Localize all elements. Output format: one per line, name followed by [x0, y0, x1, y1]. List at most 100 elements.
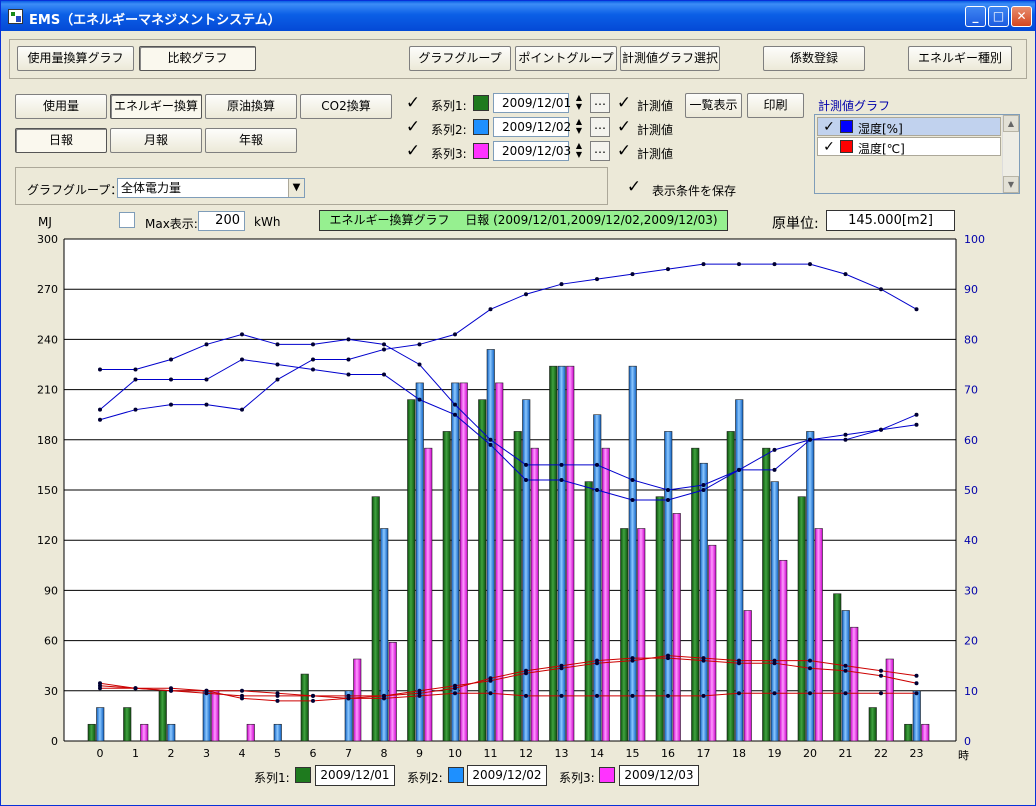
y-tick-label: 270 — [37, 283, 58, 296]
mode-co2-button[interactable]: CO2換算 — [300, 94, 392, 119]
series3-color-swatch[interactable] — [473, 143, 489, 159]
series1-spin-arrows-icon[interactable]: ▲ ▼ — [571, 93, 587, 113]
period-daily-button[interactable]: 日報 — [15, 128, 107, 153]
measure-point — [914, 412, 919, 417]
measure-list-scrollbar[interactable]: ▲ ▼ — [1002, 115, 1019, 193]
y2-tick-label: 40 — [964, 534, 978, 547]
legend-series3-swatch — [599, 767, 615, 783]
save-conditions-checkbox[interactable]: ✓ — [625, 178, 643, 196]
bar — [850, 626, 859, 742]
bar — [495, 382, 504, 742]
series2-measure-checkbox[interactable]: ✓ — [615, 118, 633, 136]
bar — [762, 447, 771, 742]
series3-checkbox[interactable]: ✓ — [404, 142, 422, 160]
series1-date-field[interactable]: 2009/12/01 — [493, 93, 571, 113]
scroll-down-icon[interactable]: ▼ — [1003, 176, 1019, 193]
measure-point — [701, 488, 706, 492]
legend-series1-date: 2009/12/01 — [315, 765, 395, 786]
chevron-down-icon[interactable]: ▼ — [288, 179, 304, 197]
series1-measure-checkbox[interactable]: ✓ — [615, 94, 633, 112]
x-tick-label: 7 — [345, 747, 352, 760]
y-tick-label: 240 — [37, 333, 58, 346]
series2-browse-button[interactable]: … — [590, 117, 610, 137]
humidity-checkbox[interactable]: ✓ — [820, 118, 838, 136]
measure-point — [240, 696, 244, 701]
mode-energy-button[interactable]: エネルギー換算 — [110, 94, 202, 119]
measure-graph-list[interactable]: ✓ 湿度[%] ✓ 温度[℃] ▲ ▼ — [814, 114, 1020, 194]
minimize-button[interactable]: _ — [965, 6, 986, 27]
measure-point — [666, 653, 670, 658]
measure-point — [666, 498, 670, 503]
y2-tick-label: 0 — [964, 735, 971, 748]
tab-compare-graph[interactable]: 比較グラフ — [139, 46, 256, 71]
series2-spin-arrows-icon[interactable]: ▲ ▼ — [571, 117, 587, 137]
coefficient-register-button[interactable]: 係数登録 — [763, 46, 865, 71]
save-conditions-label: 表示条件を保存 — [652, 184, 737, 198]
period-yearly-button[interactable]: 年報 — [205, 128, 297, 153]
x-tick-label: 3 — [203, 747, 210, 760]
series3-spin-arrows-icon[interactable]: ▲ ▼ — [571, 141, 587, 161]
measure-point — [701, 656, 706, 661]
point-group-button[interactable]: ポイントグループ — [515, 46, 617, 71]
measure-point — [311, 693, 315, 698]
measure-point — [98, 417, 102, 422]
measure-item-humidity[interactable]: ✓ 湿度[%] — [817, 117, 1001, 136]
graph-group-select[interactable]: 全体電力量 ▼ — [117, 178, 305, 198]
measure-graph-select-button[interactable]: 計測値グラフ選択 — [620, 46, 720, 71]
measure-point — [382, 347, 386, 352]
series3-label: 系列3: — [431, 147, 467, 161]
series1-browse-button[interactable]: … — [590, 93, 610, 113]
y-tick-label: 210 — [37, 384, 58, 397]
x-tick-label: 21 — [839, 747, 853, 760]
series2-date-field[interactable]: 2009/12/02 — [493, 117, 571, 137]
bar — [549, 365, 558, 742]
title-bar[interactable]: EMS（エネルギーマネジメントシステム） _ □ ✕ — [1, 1, 1035, 31]
y2-tick-label: 20 — [964, 635, 978, 648]
measure-point — [737, 262, 741, 267]
bar — [584, 481, 593, 742]
scroll-up-icon[interactable]: ▲ — [1003, 115, 1019, 132]
measure-point — [914, 422, 919, 427]
measure-item-temperature[interactable]: ✓ 温度[℃] — [817, 137, 1001, 156]
series3-browse-button[interactable]: … — [590, 141, 610, 161]
series1-color-swatch[interactable] — [473, 95, 489, 111]
x-tick-label: 23 — [910, 747, 924, 760]
mode-usage-button[interactable]: 使用量 — [15, 94, 107, 119]
measure-point — [417, 397, 422, 402]
close-button[interactable]: ✕ — [1011, 6, 1032, 27]
print-button[interactable]: 印刷 — [747, 93, 804, 118]
maximize-button[interactable]: □ — [988, 6, 1009, 27]
humidity-color-swatch — [840, 120, 853, 133]
measure-point — [914, 673, 919, 678]
graph-group-button[interactable]: グラフグループ — [409, 46, 511, 71]
measure-point — [772, 447, 777, 452]
measure-point — [701, 693, 706, 698]
temperature-checkbox[interactable]: ✓ — [820, 138, 838, 156]
measure-point — [133, 367, 138, 372]
mode-crude-oil-button[interactable]: 原油換算 — [205, 94, 297, 119]
series3-measure-checkbox[interactable]: ✓ — [615, 142, 633, 160]
x-tick-label: 20 — [803, 747, 817, 760]
measure-point — [559, 693, 564, 698]
series2-label: 系列2: — [431, 123, 467, 137]
measure-point — [275, 377, 280, 382]
measure-point — [417, 693, 422, 698]
x-tick-label: 0 — [97, 747, 104, 760]
app-window: EMS（エネルギーマネジメントシステム） _ □ ✕ 使用量換算グラフ 比較グラ… — [0, 0, 1036, 806]
bar — [158, 690, 167, 742]
measure-point — [453, 332, 457, 337]
list-view-button[interactable]: 一覧表示 — [685, 93, 742, 118]
comparison-chart: 0306090120150180210240270300010203040506… — [37, 233, 985, 762]
tab-usage-graph[interactable]: 使用量換算グラフ — [17, 46, 134, 71]
y2-tick-label: 50 — [964, 484, 978, 497]
measure-point — [843, 668, 848, 673]
energy-type-button[interactable]: エネルギー種別 — [908, 46, 1012, 71]
series2-checkbox[interactable]: ✓ — [404, 118, 422, 136]
series1-checkbox[interactable]: ✓ — [404, 94, 422, 112]
measure-point — [204, 377, 209, 382]
period-monthly-button[interactable]: 月報 — [110, 128, 202, 153]
series3-date-field[interactable]: 2009/12/03 — [493, 141, 571, 161]
measure-point — [311, 367, 315, 372]
series2-color-swatch[interactable] — [473, 119, 489, 135]
measure-point — [630, 498, 635, 503]
